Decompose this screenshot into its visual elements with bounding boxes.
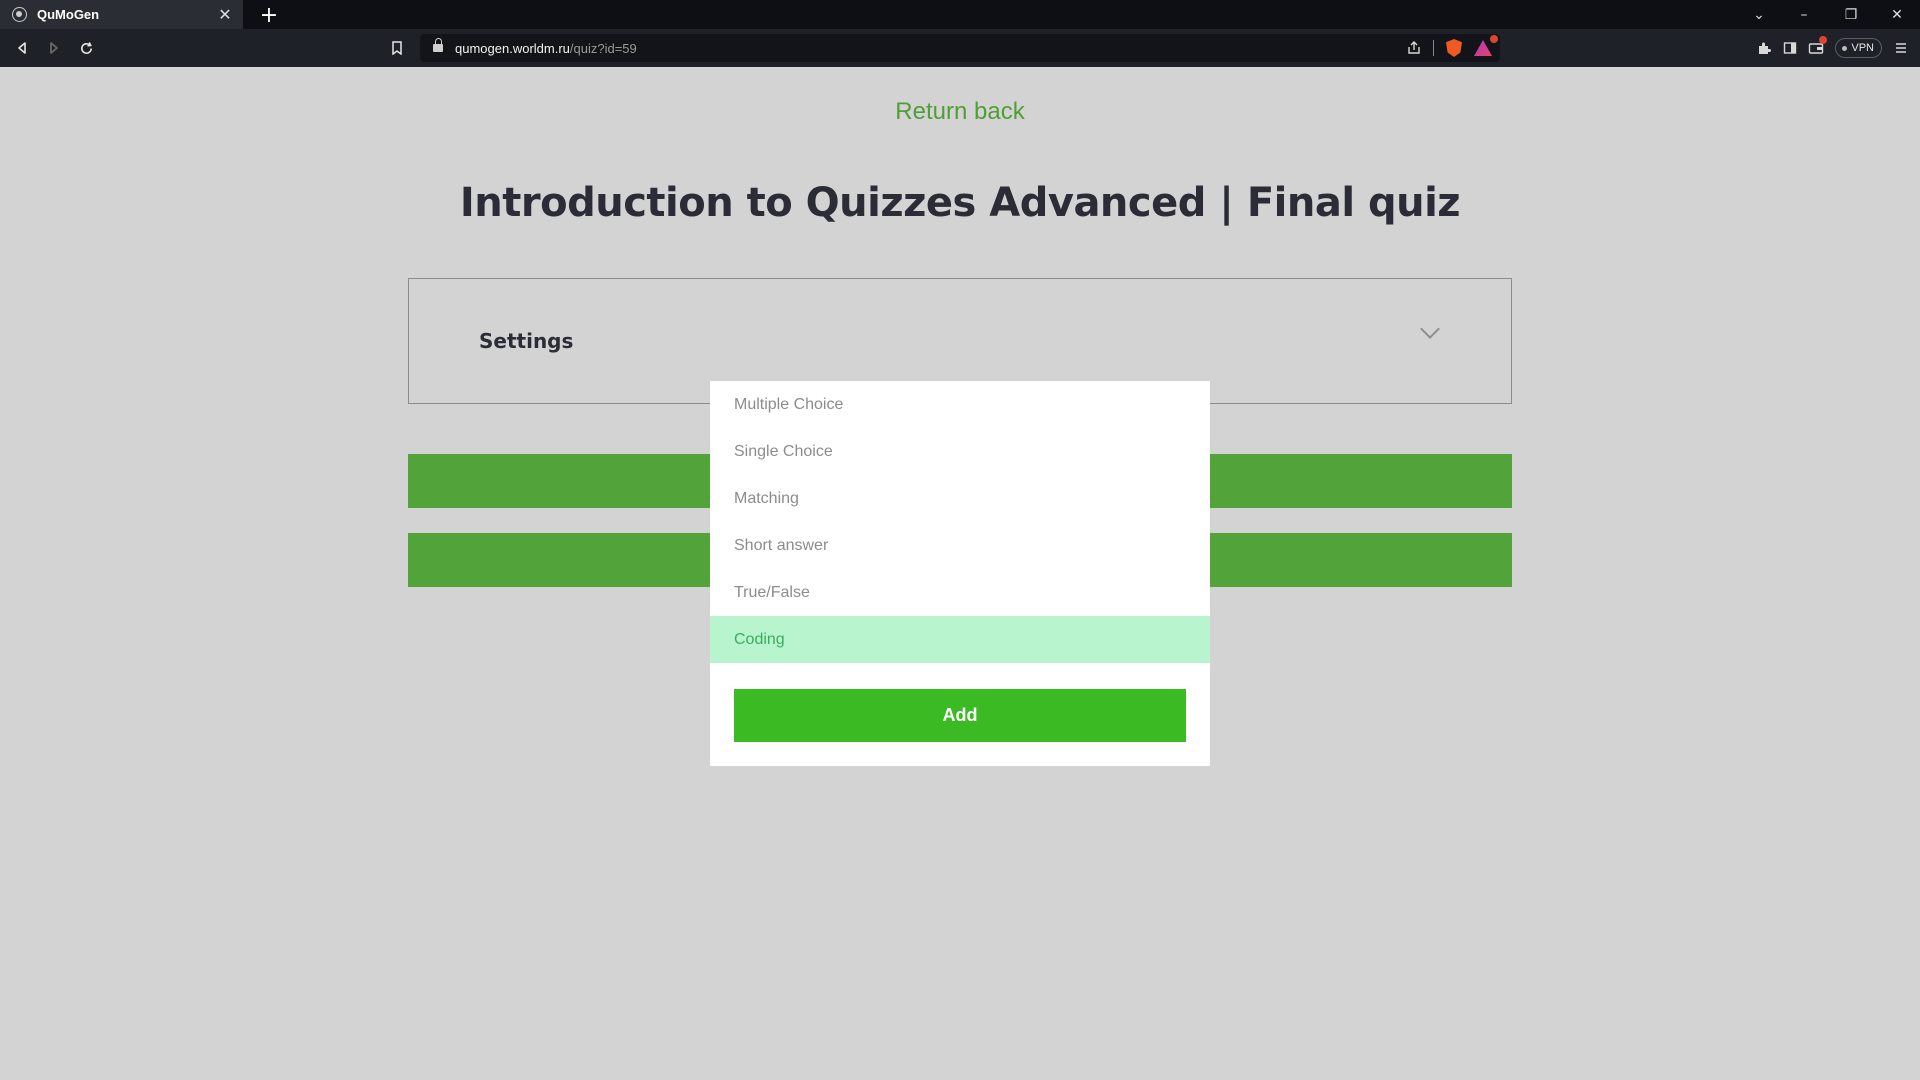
minimize-button[interactable]: – [1782,0,1826,29]
page-title: Introduction to Quizzes Advanced | Final… [459,180,1461,226]
forward-arrow-icon [50,42,58,54]
browser-toolbar: qumogen.worldm.ru/quiz?id=59 VPN [0,29,1920,67]
share-icon[interactable] [1401,35,1427,61]
sidebar-icon[interactable] [1777,35,1803,61]
option-multiple-choice[interactable]: Multiple Choice [710,381,1210,428]
tab-search-icon[interactable]: ⌄ [1737,0,1781,29]
vpn-label: VPN [1851,42,1874,54]
tab-title: QuMoGen [37,7,100,22]
address-bar[interactable]: qumogen.worldm.ru/quiz?id=59 [420,34,1500,62]
browser-tab-bar: QuMoGen ✕ + ⌄ – ❐ ✕ [0,0,1920,29]
vpn-button[interactable]: VPN [1835,38,1882,58]
bookmark-button[interactable] [383,34,411,62]
option-short-answer[interactable]: Short answer [710,522,1210,569]
brave-shields-icon[interactable] [1446,39,1462,57]
browser-tab[interactable]: QuMoGen ✕ [0,0,243,29]
brave-rewards-button[interactable] [1468,35,1500,56]
lock-icon [433,38,443,52]
forward-button[interactable] [40,34,68,62]
reload-icon [80,41,92,54]
notification-badge [1490,35,1498,43]
divider [1433,40,1434,56]
address-bar-actions [1401,34,1500,62]
option-coding[interactable]: Coding [710,616,1210,663]
new-tab-button[interactable]: + [256,2,282,28]
close-tab-icon[interactable]: ✕ [215,5,235,25]
url-host: qumogen.worldm.ru [455,40,570,56]
chevron-down-icon[interactable] [1420,319,1440,339]
option-true-false[interactable]: True/False [710,569,1210,616]
toolbar-right: VPN [1751,29,1920,67]
globe-icon [12,7,27,22]
bookmark-icon [392,41,402,55]
settings-label: Settings [479,329,574,353]
return-back-link[interactable]: Return back [0,98,1920,126]
reload-button[interactable] [72,34,100,62]
brave-rewards-icon [1474,40,1492,56]
url-path: /quiz?id=59 [569,40,637,56]
add-button[interactable]: Add [734,689,1186,742]
question-type-dropdown: Multiple Choice Single Choice Matching S… [710,381,1210,766]
restore-button[interactable]: ❐ [1829,0,1873,29]
option-single-choice[interactable]: Single Choice [710,428,1210,475]
wallet-badge [1819,36,1828,44]
extensions-icon[interactable] [1751,35,1777,61]
vpn-status-icon [1842,45,1848,51]
menu-icon[interactable] [1888,35,1914,61]
close-window-button[interactable]: ✕ [1875,0,1919,29]
option-matching[interactable]: Matching [710,475,1210,522]
back-button[interactable] [8,34,36,62]
wallet-icon[interactable] [1803,35,1829,61]
back-arrow-icon [18,42,26,54]
